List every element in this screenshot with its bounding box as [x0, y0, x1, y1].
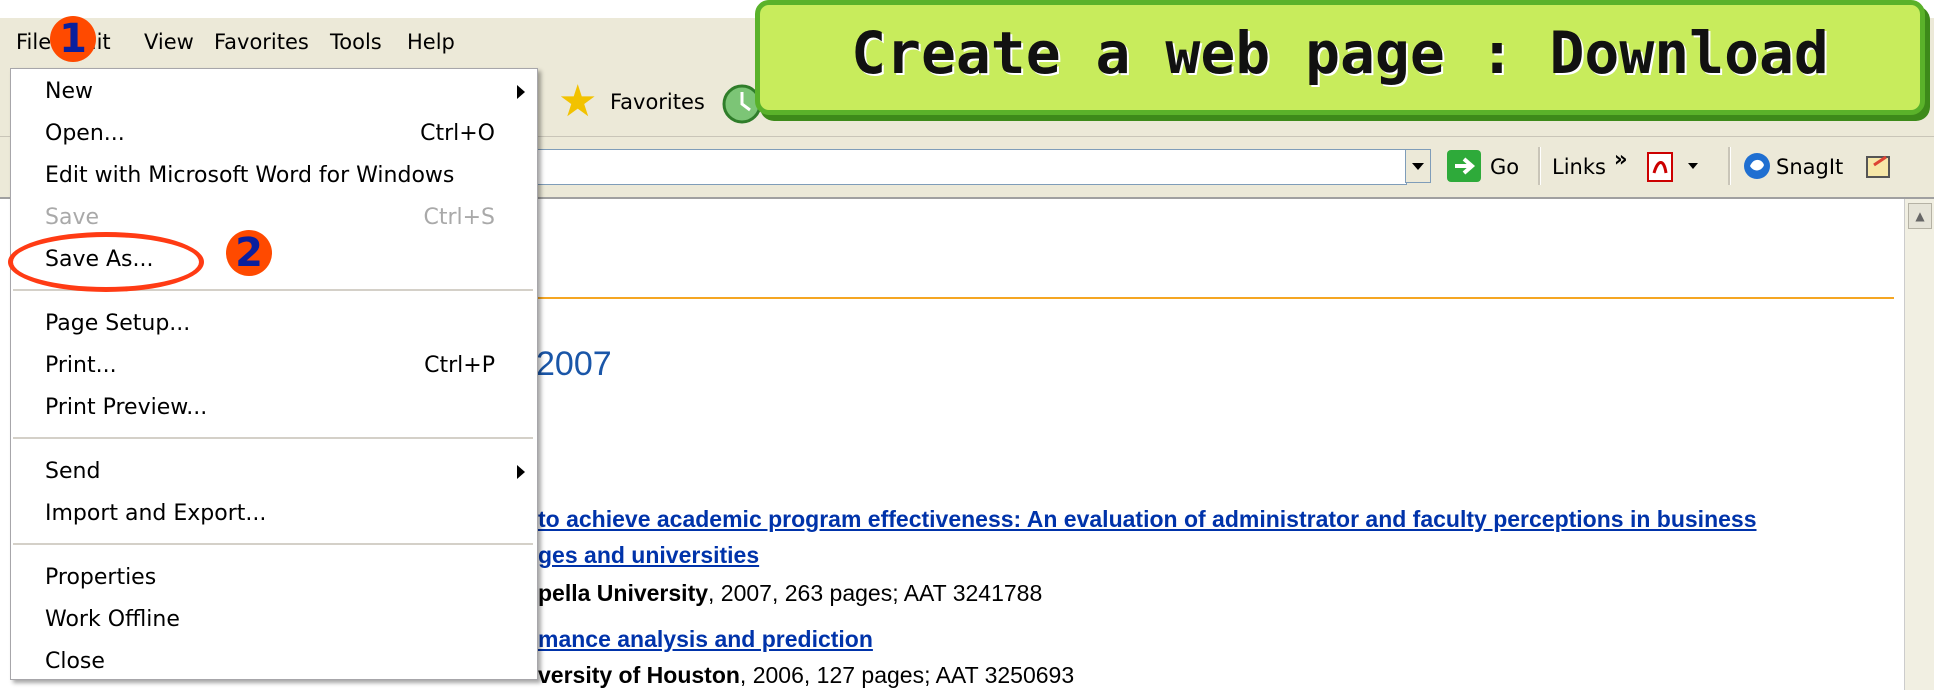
scroll-up-icon[interactable]: ▲: [1908, 203, 1932, 229]
submenu-arrow-icon: [517, 85, 525, 99]
result-title-link[interactable]: to achieve academic program effectivenes…: [538, 506, 1757, 533]
shortcut-save: Ctrl+S: [423, 205, 495, 230]
menu-item-send[interactable]: Send: [45, 459, 100, 484]
menu-item-close[interactable]: Close: [45, 649, 105, 674]
address-input[interactable]: [535, 149, 1407, 185]
menu-item-save: Save: [45, 205, 100, 230]
toolbar-separator: [1538, 147, 1541, 185]
address-dropdown-button[interactable]: [1405, 149, 1431, 183]
save-as-highlight-ring: [8, 232, 204, 292]
result-institution: versity of Houston: [538, 662, 740, 688]
menu-view[interactable]: View: [144, 30, 194, 54]
menu-separator: [13, 437, 533, 440]
shortcut-open: Ctrl+O: [420, 121, 495, 146]
menu-item-edit-with-word[interactable]: Edit with Microsoft Word for Windows: [45, 163, 454, 188]
shortcut-print: Ctrl+P: [424, 353, 495, 378]
go-button[interactable]: Go: [1490, 155, 1519, 179]
step-1-badge: 1: [50, 16, 96, 62]
vertical-scrollbar[interactable]: ▲: [1904, 199, 1934, 690]
menu-item-print[interactable]: Print...: [45, 353, 117, 378]
file-menu: New Open... Ctrl+O Edit with Microsoft W…: [10, 68, 538, 680]
menu-favorites[interactable]: Favorites: [214, 30, 309, 54]
links-chevron-icon[interactable]: »: [1614, 147, 1628, 171]
menu-item-print-preview[interactable]: Print Preview...: [45, 395, 207, 420]
result-institution: pella University: [538, 580, 709, 606]
tutorial-title-banner: Create a web page : Download: [755, 0, 1925, 115]
menu-separator: [13, 543, 533, 546]
result-details: , 2007, 263 pages; AAT 3241788: [708, 580, 1043, 606]
snagit-icon[interactable]: [1742, 151, 1772, 181]
pdf-icon[interactable]: [1644, 149, 1678, 185]
menu-file[interactable]: File: [16, 30, 51, 54]
year-heading: 2007: [536, 345, 612, 383]
result-meta: versity of Houston, 2006, 127 pages; AAT…: [538, 662, 1074, 689]
menu-help[interactable]: Help: [407, 30, 455, 54]
menu-item-new[interactable]: New: [45, 79, 93, 104]
menu-tools[interactable]: Tools: [330, 30, 382, 54]
menu-item-open[interactable]: Open...: [45, 121, 125, 146]
result-title-link[interactable]: mance analysis and prediction: [538, 626, 873, 653]
step-2-badge: 2: [226, 230, 272, 276]
capture-window-icon[interactable]: [1864, 151, 1894, 181]
section-divider: [532, 297, 1894, 299]
toolbar-separator: [1728, 147, 1731, 185]
pdf-dropdown-icon[interactable]: [1686, 161, 1700, 171]
menu-item-work-offline[interactable]: Work Offline: [45, 607, 180, 632]
favorites-button[interactable]: Favorites: [610, 90, 705, 114]
result-title-link[interactable]: ges and universities: [538, 542, 759, 569]
snagit-button[interactable]: SnagIt: [1776, 155, 1843, 179]
result-details: , 2006, 127 pages; AAT 3250693: [739, 662, 1075, 688]
menu-item-page-setup[interactable]: Page Setup...: [45, 311, 190, 336]
dropdown-arrow-icon: [1412, 163, 1424, 170]
menu-item-import-export[interactable]: Import and Export...: [45, 501, 266, 526]
favorites-star-icon[interactable]: ★: [558, 76, 597, 127]
menu-item-properties[interactable]: Properties: [45, 565, 156, 590]
submenu-arrow-icon: [517, 465, 525, 479]
tutorial-title: Create a web page : Download: [851, 19, 1829, 87]
result-meta: pella University, 2007, 263 pages; AAT 3…: [538, 580, 1042, 607]
go-arrow-icon[interactable]: [1447, 150, 1481, 182]
links-button[interactable]: Links: [1552, 155, 1606, 179]
